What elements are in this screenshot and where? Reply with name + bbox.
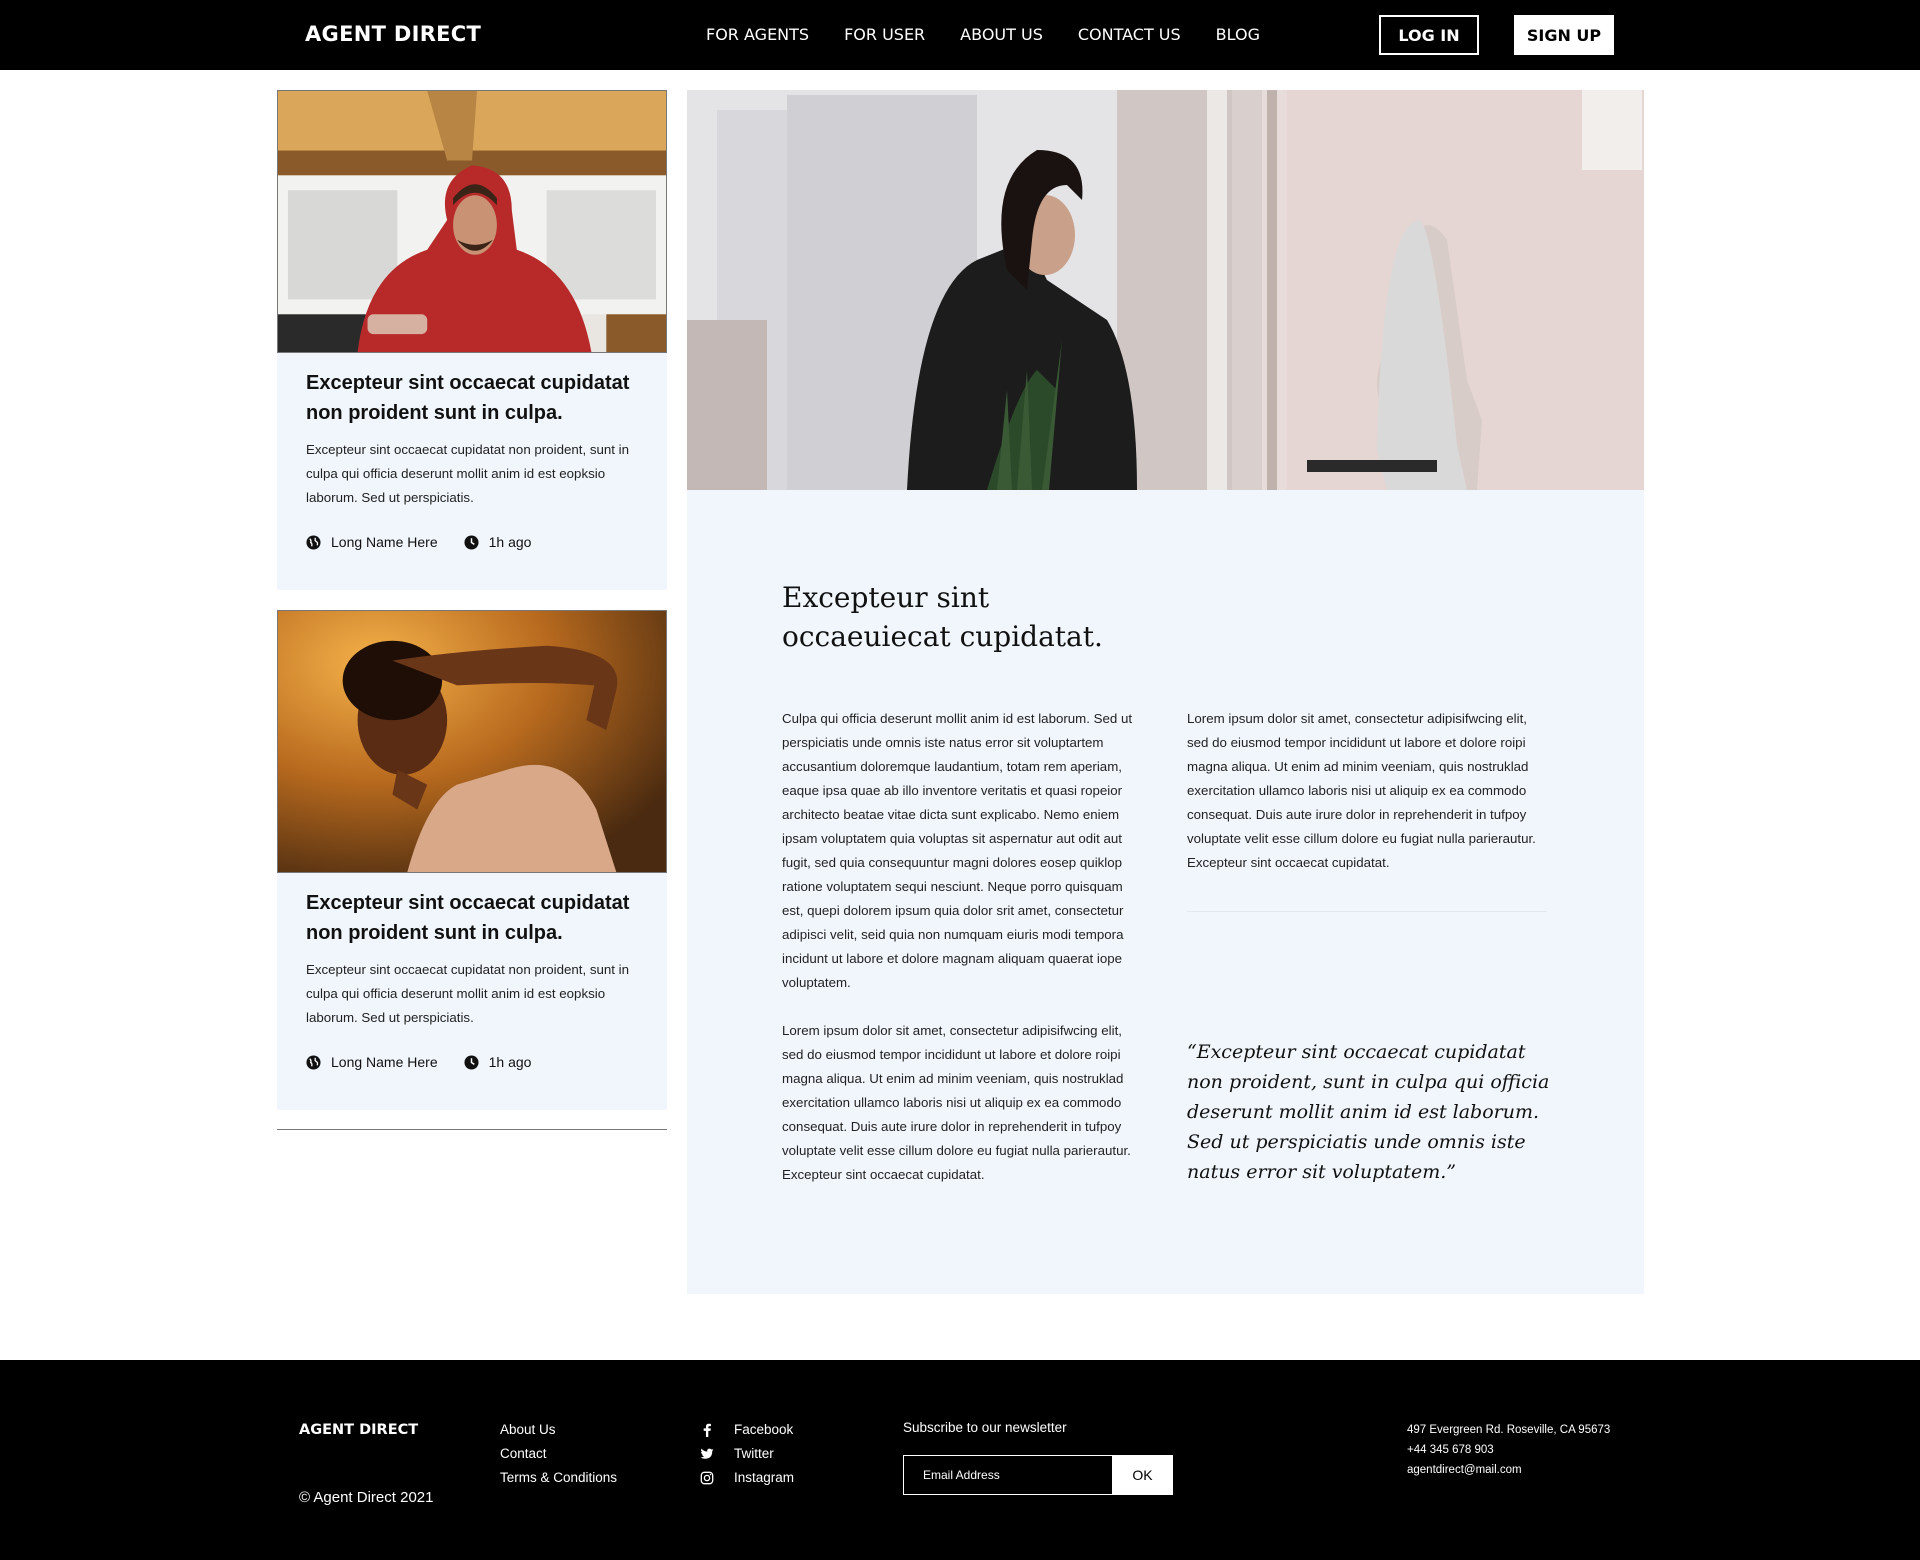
- card-title[interactable]: Excepteur sint occaecat cupidatat non pr…: [306, 368, 638, 428]
- facebook-link[interactable]: Facebook: [734, 1418, 793, 1442]
- instagram-icon: [700, 1471, 714, 1485]
- article-pull-quote: “Excepteur sint occaecat cupidatat non p…: [1187, 1041, 1550, 1183]
- card-meta: Long Name Here 1h ago: [306, 1054, 638, 1070]
- facebook-icon: [703, 1423, 711, 1437]
- footer-logo[interactable]: AGENT DIRECT: [299, 1422, 418, 1438]
- article-card[interactable]: Excepteur sint occaecat cupidatat non pr…: [277, 90, 667, 590]
- instagram-link[interactable]: Instagram: [734, 1466, 794, 1490]
- newsletter-email-input[interactable]: [903, 1455, 1112, 1495]
- social-twitter[interactable]: Twitter: [698, 1442, 794, 1466]
- article-paragraph: Lorem ipsum dolor sit amet, consectetur …: [1187, 711, 1536, 870]
- main-nav: FOR AGENTS FOR USER ABOUT US CONTACT US …: [706, 25, 1295, 44]
- card-photo-man-orange-light: [277, 610, 667, 873]
- footer-links: About Us Contact Terms & Conditions: [500, 1418, 617, 1490]
- newsletter-form: OK: [903, 1455, 1173, 1495]
- article-paragraph: Lorem ipsum dolor sit amet, consectetur …: [782, 1023, 1131, 1182]
- article-divider: [1187, 911, 1547, 912]
- card-meta: Long Name Here 1h ago: [306, 534, 638, 550]
- footer-social: Facebook Twitter Instagram: [698, 1418, 794, 1490]
- article-paragraph: Culpa qui officia deserunt mollit anim i…: [782, 711, 1133, 990]
- footer-email[interactable]: agentdirect@mail.com: [1407, 1460, 1610, 1480]
- site-logo[interactable]: AGENT DIRECT: [305, 22, 481, 46]
- card-time: 1h ago: [488, 534, 532, 550]
- footer-link-terms[interactable]: Terms & Conditions: [500, 1466, 617, 1490]
- clock-icon: [464, 534, 479, 550]
- globe-icon: [306, 534, 321, 550]
- card-body: Excepteur sint occaecat cupidatat non pr…: [277, 353, 667, 550]
- card-title[interactable]: Excepteur sint occaecat cupidatat non pr…: [306, 888, 638, 948]
- signup-button[interactable]: SIGN UP: [1514, 15, 1614, 55]
- footer-link-contact[interactable]: Contact: [500, 1442, 617, 1466]
- sidebar-divider: [277, 1129, 667, 1130]
- nav-blog[interactable]: BLOG: [1216, 25, 1260, 44]
- clock-icon: [464, 1054, 479, 1070]
- nav-about-us[interactable]: ABOUT US: [960, 25, 1043, 44]
- hero-photo-woman-at-computer: [687, 90, 1644, 490]
- nav-for-user[interactable]: FOR USER: [844, 25, 925, 44]
- article-card[interactable]: Excepteur sint occaecat cupidatat non pr…: [277, 610, 667, 1110]
- nav-contact-us[interactable]: CONTACT US: [1078, 25, 1181, 44]
- card-author[interactable]: Long Name Here: [331, 534, 438, 550]
- social-facebook[interactable]: Facebook: [698, 1418, 794, 1442]
- footer-address: 497 Evergreen Rd. Roseville, CA 95673: [1407, 1424, 1611, 1436]
- card-author[interactable]: Long Name Here: [331, 1054, 438, 1070]
- footer-phone[interactable]: +44 345 678 903: [1407, 1440, 1610, 1460]
- card-photo-man-red-hoodie: [277, 90, 667, 353]
- card-excerpt: Excepteur sint occaecat cupidatat non pr…: [306, 962, 630, 1025]
- top-navbar: AGENT DIRECT FOR AGENTS FOR USER ABOUT U…: [0, 0, 1920, 70]
- newsletter-label: Subscribe to our newsletter: [903, 1420, 1067, 1435]
- article-title: Excepteur sint occaeuiecat cupidatat.: [782, 581, 1103, 653]
- footer-copyright: © Agent Direct 2021: [299, 1489, 434, 1506]
- card-excerpt: Excepteur sint occaecat cupidatat non pr…: [306, 442, 630, 505]
- card-body: Excepteur sint occaecat cupidatat non pr…: [277, 873, 667, 1070]
- nav-for-agents[interactable]: FOR AGENTS: [706, 25, 809, 44]
- newsletter-submit-button[interactable]: OK: [1112, 1455, 1173, 1495]
- twitter-icon: [700, 1448, 714, 1459]
- social-instagram[interactable]: Instagram: [698, 1466, 794, 1490]
- article-panel: Excepteur sint occaeuiecat cupidatat. Cu…: [687, 490, 1644, 1294]
- footer-link-about-us[interactable]: About Us: [500, 1418, 617, 1442]
- card-time: 1h ago: [488, 1054, 532, 1070]
- globe-icon: [306, 1054, 321, 1070]
- twitter-link[interactable]: Twitter: [734, 1442, 774, 1466]
- site-footer: AGENT DIRECT © Agent Direct 2021 About U…: [0, 1360, 1920, 1560]
- footer-contact-info: 497 Evergreen Rd. Roseville, CA 95673 +4…: [1407, 1420, 1610, 1480]
- login-button[interactable]: LOG IN: [1379, 15, 1479, 55]
